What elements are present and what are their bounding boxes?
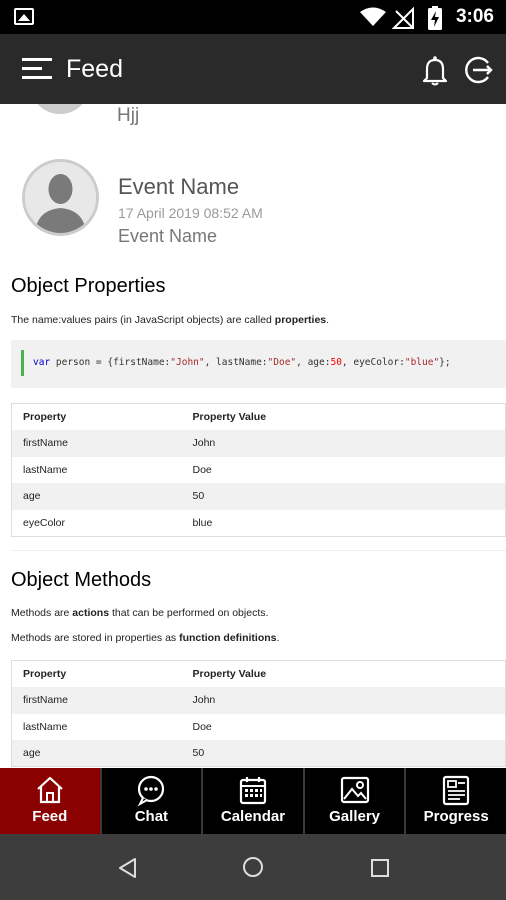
bottom-navigation: Feed Chat Calendar Gallery Progress bbox=[0, 768, 506, 834]
nav-label: Calendar bbox=[220, 808, 286, 825]
table-cell: firstName bbox=[11, 430, 182, 457]
avatar bbox=[30, 104, 90, 114]
home-button-icon[interactable] bbox=[242, 856, 264, 878]
page-title: Feed bbox=[66, 55, 123, 83]
code-accent-bar bbox=[21, 350, 24, 376]
nav-tab-chat[interactable]: Chat bbox=[102, 768, 204, 834]
clock-time: 3:06 bbox=[455, 6, 494, 27]
recents-icon[interactable] bbox=[370, 858, 390, 878]
battery-charging-icon bbox=[428, 6, 442, 30]
table-cell: Doe bbox=[192, 463, 212, 476]
user-icon bbox=[25, 162, 96, 233]
event-name[interactable]: Event Name bbox=[118, 174, 239, 200]
table-cell: age bbox=[11, 740, 182, 767]
table-cell: 50 bbox=[181, 483, 506, 510]
section-heading-properties: Object Properties bbox=[11, 275, 166, 297]
event-date: 17 April 2019 08:52 AM bbox=[118, 205, 263, 221]
table-row: age 50 bbox=[11, 740, 506, 767]
table-row: age 50 bbox=[11, 483, 506, 510]
feed-content[interactable]: Hjj Event Name 17 April 2019 08:52 AM Ev… bbox=[0, 104, 506, 768]
table-row: lastName Doe bbox=[12, 714, 506, 741]
table-header: Property bbox=[11, 660, 182, 687]
section-heading-methods: Object Methods bbox=[11, 569, 152, 591]
methods-table: Property Property Value firstName John l… bbox=[11, 660, 506, 767]
table-header: Property bbox=[11, 403, 182, 430]
nav-label: Gallery bbox=[329, 808, 381, 825]
event-subtitle: Event Name bbox=[118, 226, 218, 246]
table-cell: blue bbox=[192, 516, 213, 529]
nav-label: Feed bbox=[32, 808, 68, 825]
properties-table: Property Property Value firstName John l… bbox=[11, 403, 506, 537]
app-bar: Feed bbox=[0, 34, 506, 104]
table-row: eyeColor blue bbox=[12, 510, 506, 537]
wifi-icon bbox=[360, 7, 386, 26]
methods-line-1: Methods are actions that can be performe… bbox=[11, 607, 269, 619]
table-cell: lastName bbox=[23, 720, 68, 733]
nav-tab-feed[interactable]: Feed bbox=[0, 768, 102, 834]
calendar-icon bbox=[239, 777, 267, 805]
image-icon bbox=[14, 8, 34, 25]
table-cell: lastName bbox=[23, 463, 68, 476]
menu-icon[interactable] bbox=[22, 58, 52, 82]
table-header-row: Property Property Value bbox=[11, 403, 506, 430]
home-icon bbox=[37, 776, 63, 804]
code-text: var person = {firstName:"John", lastName… bbox=[33, 357, 451, 368]
table-cell: John bbox=[181, 430, 506, 457]
system-navigation-bar bbox=[0, 834, 506, 900]
previous-item-text: Hjj bbox=[117, 105, 140, 126]
table-cell: Doe bbox=[192, 720, 212, 733]
table-row: lastName Doe bbox=[12, 457, 506, 484]
table-row: firstName John bbox=[11, 430, 506, 457]
table-row: firstName John bbox=[11, 687, 506, 714]
avatar[interactable] bbox=[22, 159, 99, 236]
bell-icon[interactable] bbox=[419, 54, 451, 86]
progress-icon bbox=[443, 775, 470, 806]
gallery-icon bbox=[340, 776, 369, 804]
logout-icon[interactable] bbox=[462, 54, 494, 86]
code-block: var person = {firstName:"John", lastName… bbox=[11, 340, 506, 388]
table-cell: 50 bbox=[181, 740, 506, 767]
nav-tab-gallery[interactable]: Gallery bbox=[305, 768, 407, 834]
status-bar: 3:06 bbox=[0, 0, 506, 34]
nav-label: Progress bbox=[423, 808, 489, 825]
divider bbox=[11, 550, 506, 551]
table-cell: eyeColor bbox=[23, 516, 66, 529]
properties-intro: The name:values pairs (in JavaScript obj… bbox=[11, 314, 330, 326]
back-icon[interactable] bbox=[117, 857, 139, 879]
nav-label: Chat bbox=[134, 808, 169, 825]
table-header-row: Property Property Value bbox=[11, 660, 506, 687]
nav-tab-calendar[interactable]: Calendar bbox=[203, 768, 305, 834]
table-cell: firstName bbox=[11, 687, 182, 714]
nav-tab-progress[interactable]: Progress bbox=[406, 768, 506, 834]
methods-line-2: Methods are stored in properties as func… bbox=[11, 632, 280, 644]
table-cell: John bbox=[181, 687, 506, 714]
table-header: Property Value bbox=[181, 403, 506, 430]
table-header: Property Value bbox=[181, 660, 506, 687]
no-signal-icon bbox=[392, 7, 414, 29]
chat-icon bbox=[138, 775, 165, 806]
table-cell: age bbox=[11, 483, 182, 510]
